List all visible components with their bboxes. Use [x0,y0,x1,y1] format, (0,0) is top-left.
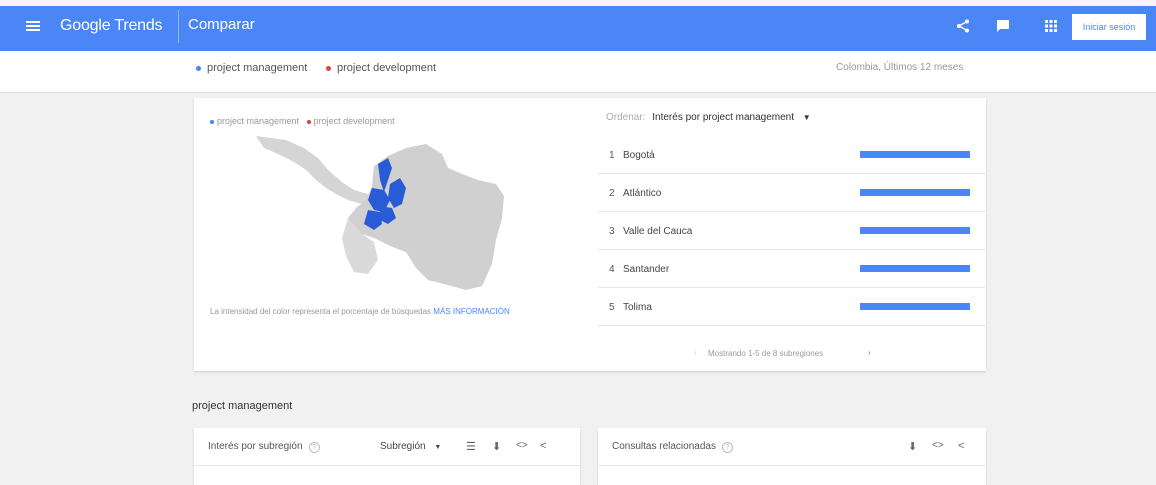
rank-number: 5 [609,302,615,313]
prev-page-icon[interactable]: ‹ [694,348,697,357]
divider [194,465,580,466]
map-legend: project management project development [210,116,395,126]
dropdown-arrow-icon[interactable]: ▼ [434,444,441,451]
help-icon[interactable]: ? [308,442,320,453]
central-america-region [256,136,374,204]
pagination: ‹ Mostrando 1-5 de 8 subregiones › [598,338,986,368]
rank-bar [860,151,970,158]
embed-icon[interactable]: <> [932,440,944,451]
term-project-management[interactable]: project management [196,62,307,74]
order-label: Ordenar: [606,112,646,123]
term-project-development[interactable]: project development [326,62,436,74]
list-item[interactable]: 3 Valle del Cauca [598,212,986,250]
card-title: Interés por subregión [208,441,303,452]
list-item[interactable]: 4 Santander [598,250,986,288]
rank-bar [860,265,970,272]
rank-name: Atlántico [623,188,662,199]
apps-grid-icon[interactable] [1044,19,1058,33]
divider [598,465,986,466]
interest-by-subregion-card: Interés por subregión? Subregión ▼ ☰ ⬇ <… [194,428,580,485]
header-divider [178,10,179,43]
order-value[interactable]: Interés por project management [652,112,794,123]
red-dot-icon [326,65,331,71]
share-icon[interactable] [956,19,970,33]
share-icon[interactable]: < [958,440,964,452]
page-title: Comparar [188,16,255,33]
compare-terms-bar: project management project development C… [0,51,1156,93]
card-header: Interés por subregión? [208,441,320,453]
rank-name: Santander [623,264,670,275]
embed-icon[interactable]: <> [516,440,528,451]
list-view-icon[interactable]: ☰ [466,440,476,453]
legend-item: project management [217,116,300,126]
subregion-select[interactable]: Subregión ▼ [380,441,441,452]
more-info-link[interactable]: MÁS INFORMACIÓN [433,307,509,316]
rank-number: 2 [609,188,615,199]
map-note-text: La intensidad del color representa el po… [210,307,432,316]
rank-number: 3 [609,226,615,237]
blue-dot-icon [196,65,201,71]
signin-button[interactable]: Iniciar sesión [1072,14,1146,40]
share-icon[interactable]: < [540,440,546,452]
rank-name: Bogotá [623,150,655,161]
rank-name: Tolima [623,302,652,313]
blue-dot-icon [210,119,214,124]
list-item[interactable]: 1 Bogotá [598,136,986,174]
colombia-map[interactable] [256,134,506,294]
dropdown-arrow-icon[interactable]: ▼ [803,113,811,122]
menu-icon[interactable] [26,21,40,31]
rank-bar [860,303,970,310]
legend-item: project development [313,116,395,126]
next-page-icon[interactable]: › [868,348,871,357]
rank-number: 1 [609,150,615,161]
term-label: project development [337,62,437,74]
rank-bar [860,189,970,196]
feedback-icon[interactable] [996,19,1010,33]
subregion-ranking-list: 1 Bogotá 2 Atlántico 3 Valle del Cauca 4… [598,136,986,326]
rank-number: 4 [609,264,615,275]
download-icon[interactable]: ⬇ [908,440,917,453]
select-value: Subregión [380,441,426,452]
card-header: Consultas relacionadas? [612,441,733,453]
red-dot-icon [306,119,311,124]
app-logo[interactable]: Google Trends [60,17,163,35]
region-timeframe[interactable]: Colombia, Últimos 12 meses [836,62,963,73]
rank-name: Valle del Cauca [623,226,693,237]
list-item[interactable]: 5 Tolima [598,288,986,326]
browser-strip [0,0,1156,6]
term-label: project management [207,62,308,74]
section-title: project management [192,400,293,412]
app-header: Google Trends Comparar Iniciar sesión [0,0,1156,51]
related-queries-card: Consultas relacionadas? ⬇ <> < [598,428,986,485]
map-note: La intensidad del color representa el po… [210,307,510,316]
list-item[interactable]: 2 Atlántico [598,174,986,212]
pager-text: Mostrando 1-5 de 8 subregiones [708,349,824,358]
download-icon[interactable]: ⬇ [492,440,501,453]
card-title: Consultas relacionadas [612,441,716,452]
rank-bar [860,227,970,234]
order-selector[interactable]: Ordenar: Interés por project management … [606,112,811,123]
help-icon[interactable]: ? [721,442,733,453]
subregion-map-card: project management project development L… [194,98,986,371]
